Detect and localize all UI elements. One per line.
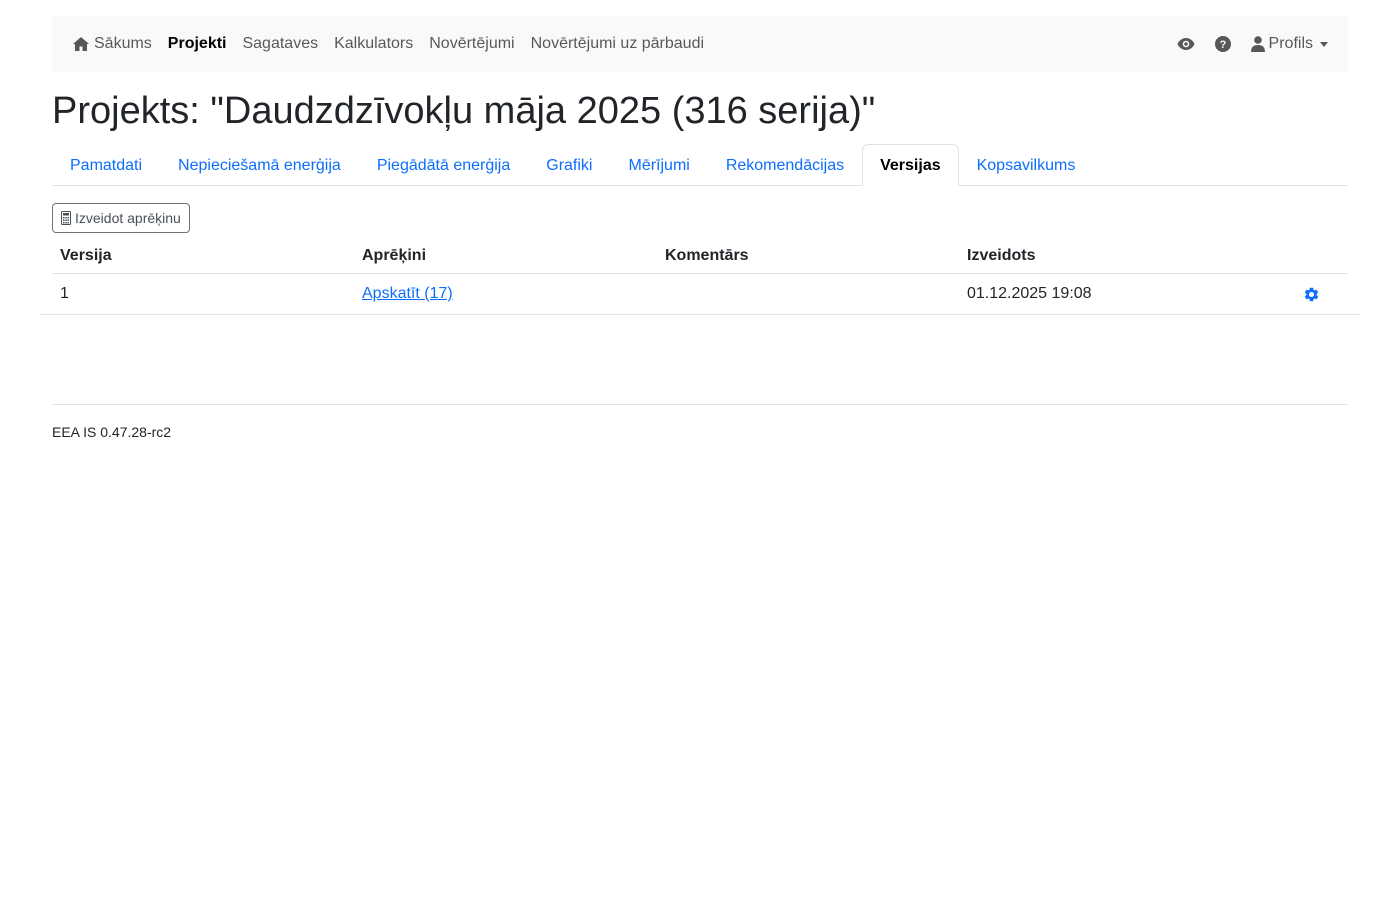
- page-container: Sākums Projekti Sagataves Kalkulators No…: [40, 16, 1360, 440]
- profile-label: Profils: [1268, 35, 1313, 52]
- cell-calculations: Apskatīt (17): [354, 285, 657, 303]
- versions-table: Versija Aprēķini Komentārs Izveidots 1 A…: [40, 238, 1360, 315]
- tab-basic-data[interactable]: Pamatdati: [52, 144, 160, 186]
- svg-text:?: ?: [1219, 39, 1226, 51]
- create-calculation-label: Izveidot aprēķinu: [75, 210, 181, 226]
- nav-item-templates[interactable]: Sagataves: [242, 35, 318, 53]
- tab-charts[interactable]: Grafiki: [528, 144, 610, 186]
- footer-divider: [52, 404, 1348, 405]
- view-calculations-link[interactable]: Apskatīt (17): [362, 285, 453, 302]
- nav-left: Sākums Projekti Sagataves Kalkulators No…: [72, 35, 720, 53]
- app-version: EEA IS 0.47.28-rc2: [52, 424, 172, 440]
- gear-icon: [1304, 287, 1319, 301]
- nav-item-calculator[interactable]: Kalkulators: [334, 35, 413, 53]
- create-calculation-button[interactable]: Izveidot aprēķinu: [52, 203, 190, 233]
- nav-item-home[interactable]: Sākums: [72, 35, 152, 53]
- tab-bar: Pamatdati Nepieciešamā enerģija Piegādāt…: [52, 144, 1348, 186]
- table-header: Versija Aprēķini Komentārs Izveidots: [52, 238, 1348, 274]
- page-title: Projekts: "Daudzdzīvokļu māja 2025 (316 …: [52, 90, 876, 132]
- row-settings-button[interactable]: [1303, 286, 1320, 303]
- cell-version: 1: [60, 285, 69, 302]
- header-created: Izveidots: [967, 246, 1036, 264]
- tab-delivered-energy[interactable]: Piegādātā enerģija: [359, 144, 528, 186]
- cell-created: 01.12.2025 19:08: [967, 285, 1092, 302]
- nav-right: ? Profils: [1161, 35, 1328, 53]
- tab-required-energy[interactable]: Nepieciešamā enerģija: [160, 144, 359, 186]
- table-row: 1 Apskatīt (17) 01.12.2025 19:08: [52, 274, 1348, 314]
- nav-item-assessments-review[interactable]: Novērtējumi uz pārbaudi: [531, 35, 704, 53]
- navbar: Sākums Projekti Sagataves Kalkulators No…: [52, 16, 1348, 72]
- caret-down-icon: [1320, 41, 1328, 47]
- eye-icon: [1177, 38, 1195, 50]
- tab-summary[interactable]: Kopsavilkums: [959, 144, 1094, 186]
- tab-versions[interactable]: Versijas: [862, 144, 959, 186]
- header-comment: Komentārs: [665, 246, 749, 264]
- calculator-icon: [61, 211, 71, 225]
- nav-item-home-label: Sākums: [94, 35, 152, 52]
- header-version: Versija: [60, 246, 112, 264]
- view-button[interactable]: [1177, 37, 1199, 51]
- nav-item-assessments[interactable]: Novērtējumi: [429, 35, 514, 53]
- header-calculations: Aprēķini: [362, 246, 427, 264]
- tab-recommendations[interactable]: Rekomendācijas: [708, 144, 862, 186]
- nav-item-projects[interactable]: Projekti: [168, 35, 227, 53]
- tab-measurements[interactable]: Mērījumi: [610, 144, 707, 186]
- home-icon: [73, 37, 89, 51]
- question-circle-icon: ?: [1214, 36, 1231, 52]
- help-button[interactable]: ?: [1214, 36, 1235, 52]
- profile-dropdown[interactable]: Profils: [1250, 35, 1328, 53]
- row-divider: [40, 314, 1360, 315]
- user-icon: [1250, 36, 1265, 52]
- cell-actions: [1279, 286, 1348, 303]
